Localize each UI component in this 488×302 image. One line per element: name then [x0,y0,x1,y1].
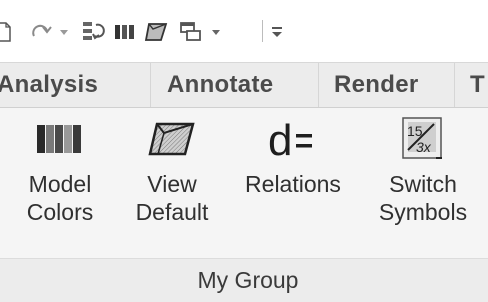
group-footer: My Group [0,258,488,302]
regenerate-icon[interactable] [80,19,106,45]
model-colors-small-icon[interactable] [114,22,136,42]
tab-divider [454,63,455,107]
tab-render[interactable]: Render [334,63,419,107]
tab-divider [318,63,319,107]
switch-symbols-label-line2: Symbols [378,199,468,225]
ribbon-tab-bar: Analysis Annotate Render T [0,62,488,108]
tab-annotate[interactable]: Annotate [167,63,273,107]
view-default-label-line1: View [147,171,197,197]
group-label: My Group [197,267,299,293]
switch-symbols-icon: 15 3x [398,108,448,170]
view-default-small-icon[interactable] [144,20,170,44]
view-default-icon [147,108,197,170]
svg-text:d: d [268,117,292,161]
windows-dropdown-arrow-icon[interactable] [210,26,222,38]
model-colors-button[interactable]: Model Colors [22,108,98,258]
model-colors-icon [37,108,83,170]
relations-label-line1: Relations [245,171,341,197]
view-default-button[interactable]: View Default [124,108,220,258]
redo-icon[interactable] [30,22,56,42]
qat-separator [262,20,263,42]
tab-divider [150,63,151,107]
svg-text:3x: 3x [416,139,432,155]
switch-symbols-button[interactable]: 15 3x Switch Symbols [364,108,482,258]
model-colors-label-line1: Model [28,171,92,197]
new-file-icon[interactable] [0,21,14,43]
quick-access-toolbar [0,0,488,62]
tab-analysis[interactable]: Analysis [0,63,98,107]
windows-icon[interactable] [178,20,204,44]
customize-arrow-icon[interactable] [270,24,284,40]
ribbon-panel: Model Colors View Default d Relations 15… [0,108,488,302]
view-default-label-line2: Default [135,199,209,225]
redo-dropdown-arrow-icon[interactable] [58,26,70,38]
relations-button[interactable]: d Relations [228,108,358,258]
model-colors-label-line2: Colors [26,199,94,225]
switch-symbols-label-line1: Switch [389,171,457,197]
tab-truncated[interactable]: T [470,63,485,107]
relations-icon: d [266,108,320,170]
